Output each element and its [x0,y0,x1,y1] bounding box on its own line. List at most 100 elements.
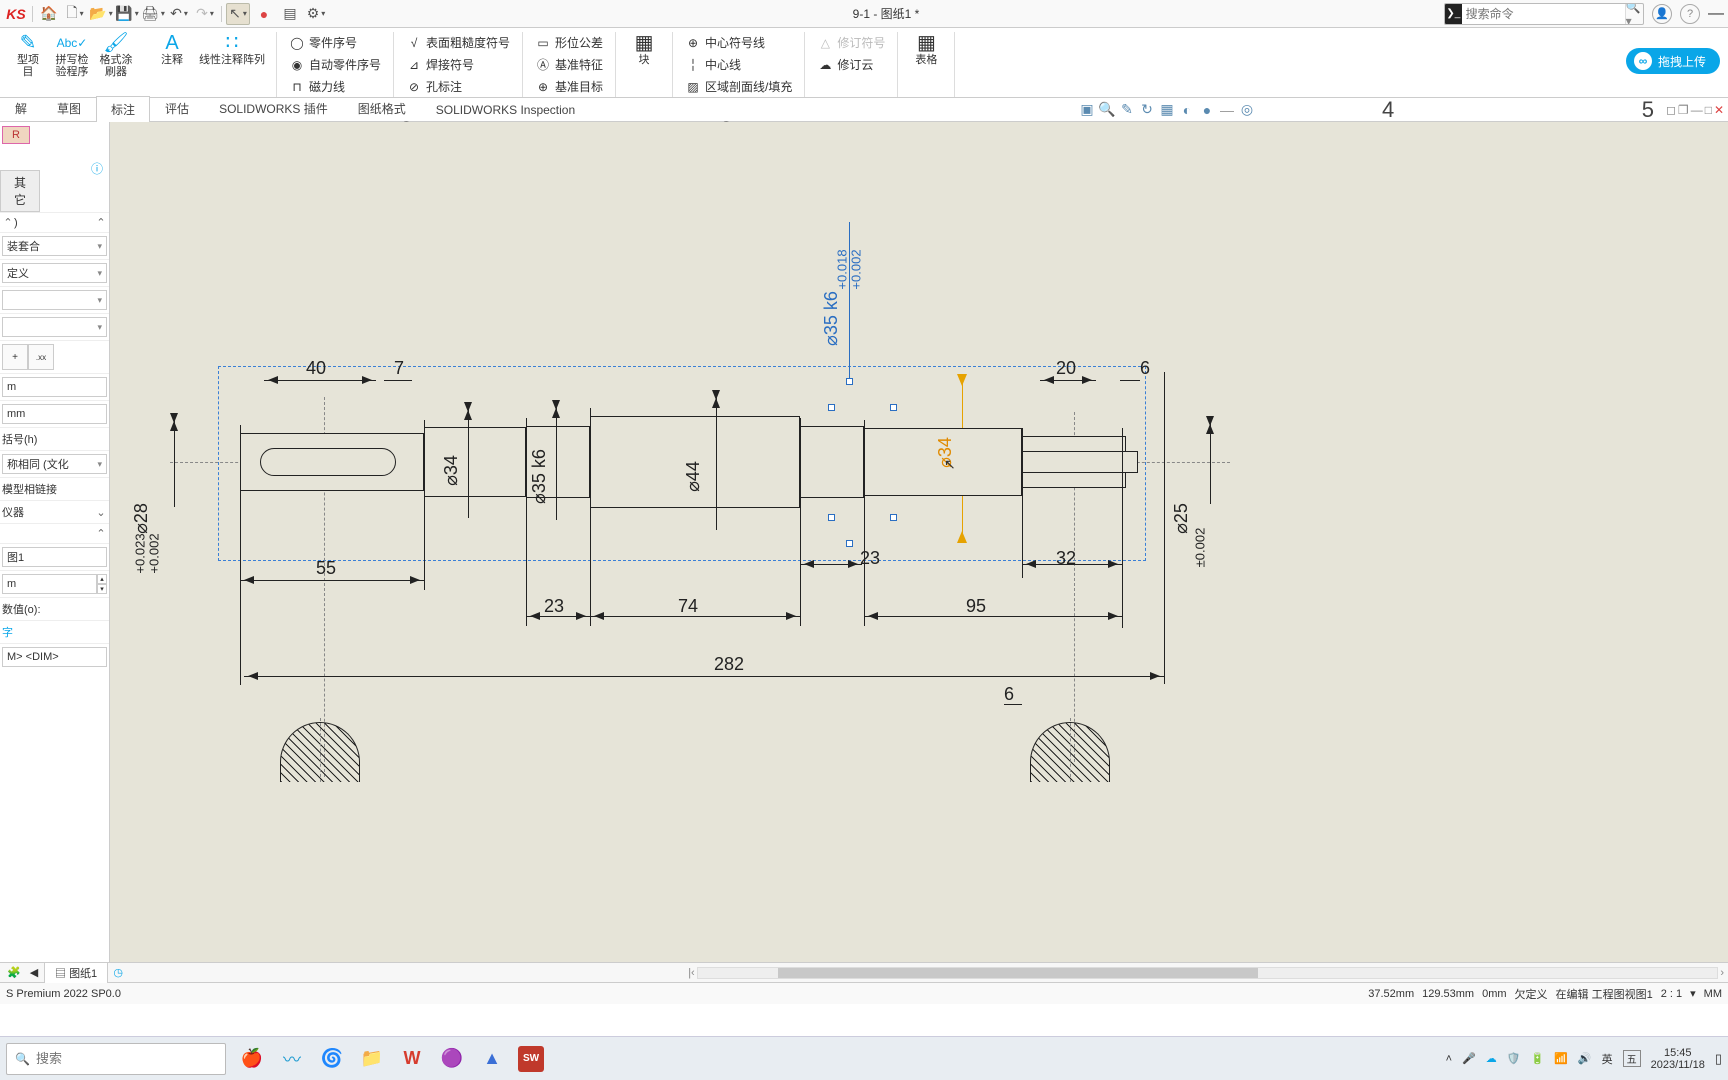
magnetic-line-button[interactable]: ⊓磁力线 [285,76,385,97]
spin-up-icon[interactable]: ▴ [97,574,107,584]
datum-feature-button[interactable]: Ⓐ基准特征 [531,54,607,75]
panel-top-tab[interactable]: R [2,126,30,144]
dim-field[interactable]: M> <DIM> [2,647,107,667]
dim-phi25[interactable]: ⌀25 [1171,503,1192,534]
fit-dropdown[interactable]: 装套合 [2,236,107,256]
dim-7[interactable]: 7 [394,358,404,379]
dim-23b[interactable]: 23 [544,596,564,617]
taskbar-search-input[interactable] [36,1051,217,1066]
dim-74[interactable]: 74 [678,596,698,617]
empty-dropdown[interactable] [2,290,107,310]
unit-dropdown[interactable]: ▾ [1690,987,1696,1000]
font-label[interactable]: 字 [0,620,109,643]
tray-mic-icon[interactable]: 🎤 [1462,1052,1476,1065]
empty-dropdown2[interactable] [2,317,107,337]
linear-pattern-button[interactable]: ∷ 线性注释阵列 [196,32,268,66]
weld-symbol-button[interactable]: ⊿焊接符号 [402,54,514,75]
restore-icon[interactable]: ❐ [1678,103,1689,117]
sheet-name[interactable]: 图1 [2,547,107,567]
redo-icon[interactable]: ↷ [193,3,217,25]
tray-notification-icon[interactable]: ▯ [1715,1051,1722,1067]
win-max-icon[interactable]: □ [1705,103,1712,117]
rotate-icon[interactable]: ↻ [1138,101,1156,118]
chevron-down-icon[interactable]: ⌄ [95,506,107,519]
search-input[interactable] [1462,4,1625,24]
hatch-button[interactable]: ▨区域剖面线/填充 [681,76,796,97]
tol-btn2[interactable]: .xx [28,344,54,370]
minimize-icon[interactable]: — [1708,5,1724,23]
tb-wing-icon[interactable]: 〰 [278,1045,306,1073]
tb-app-icon[interactable]: 🟣 [438,1045,466,1073]
section-icon[interactable]: ▦ [1158,101,1176,118]
tab-annotate[interactable]: 标注 [96,96,150,122]
taskbar-search[interactable]: 🔍 [6,1043,226,1075]
hide-show-icon[interactable]: ● [1198,102,1216,118]
chevron-up-icon[interactable]: ⌃ [95,527,107,540]
tb-mesh-icon[interactable]: ▲ [478,1045,506,1073]
dim-40[interactable]: 40 [306,358,326,379]
same-dropdown[interactable]: 称相同 (文化 [2,454,107,474]
gtol-button[interactable]: ▭形位公差 [531,32,607,53]
help-icon[interactable]: ? [1680,4,1700,24]
num-field[interactable]: m [2,574,97,594]
command-search[interactable]: ❯_ 🔍▾ [1444,3,1644,25]
unit-mm[interactable]: mm [2,404,107,424]
tray-volume-icon[interactable]: 🔊 [1578,1052,1592,1065]
note-button[interactable]: A 注释 [152,32,192,66]
options-icon[interactable]: ▤ [278,3,302,25]
tree-icon[interactable]: 🧩 [4,966,24,979]
win-close-icon[interactable]: ✕ [1714,103,1724,117]
tab-sketch[interactable]: 草图 [42,95,96,121]
dim-6b[interactable]: 6 [1004,684,1014,705]
undo-icon[interactable]: ↶ [167,3,191,25]
dim-phi35[interactable]: ⌀35 k6 [529,449,550,504]
ime-lang[interactable]: 英 [1602,1051,1613,1067]
spellcheck-button[interactable]: Abc✓ 拼写检 验程序 [52,32,92,78]
tab-evaluate[interactable]: 评估 [150,95,204,121]
tray-battery-icon[interactable]: 🔋 [1530,1052,1544,1065]
sheet-tab[interactable]: ▤ 图纸1 [44,962,108,983]
balloon-button[interactable]: ◯零件序号 [285,32,385,53]
dim-phi34a[interactable]: ⌀34 [441,455,462,486]
ime-mode[interactable]: 五 [1623,1050,1641,1067]
format-painter-button[interactable]: 🖌 格式涂 刷器 [96,32,136,78]
surface-finish-button[interactable]: √表面粗糙度符号 [402,32,514,53]
model-item-button[interactable]: ✎ 型项 目 [8,32,48,78]
search-glass-icon[interactable]: 🔍▾ [1625,4,1643,24]
tray-wifi-icon[interactable]: 📶 [1554,1052,1568,1065]
print-icon[interactable]: 🖨 [141,3,165,25]
zoom-fit-icon[interactable]: ▣ [1078,101,1096,118]
datum-target-button[interactable]: ⊕基准目标 [531,76,607,97]
hole-callout-button[interactable]: ⊘孔标注 [402,76,514,97]
dim-phi44[interactable]: ⌀44 [683,461,704,492]
handle[interactable] [828,514,835,521]
tb-wps-icon[interactable]: W [398,1045,426,1073]
dim-20[interactable]: 20 [1056,358,1076,379]
block-button[interactable]: ▦ 块 [624,32,664,66]
panel-other-tab[interactable]: 其它 [0,170,40,212]
zoom-area-icon[interactable]: 🔍 [1098,101,1116,118]
save-icon[interactable]: 💾 [115,3,139,25]
select-icon[interactable]: ↖ [226,3,250,25]
dim-phi28[interactable]: ⌀28 [131,503,152,534]
unit-m[interactable]: m [2,377,107,397]
tab-view[interactable]: 解 [0,95,42,121]
tray-security-icon[interactable]: 🛡️ [1507,1052,1521,1065]
dim-phi35-top[interactable]: ⌀35 k6 [821,291,842,346]
dim-55[interactable]: 55 [316,558,336,579]
tab-addins[interactable]: SOLIDWORKS 插件 [204,95,343,121]
settings-icon[interactable]: ⚙ [304,3,328,25]
tray-clock[interactable]: 15:45 2023/11/18 [1651,1047,1705,1071]
scroll-right-icon[interactable]: › [1720,967,1724,979]
appearance-icon[interactable]: ◎ [1238,101,1256,118]
handle[interactable] [828,404,835,411]
new-icon[interactable]: 🗋 [63,3,87,25]
chevron-up-icon[interactable]: ⌃ [95,216,107,229]
drawing-canvas[interactable]: ⌀34 ↖ ⌀35 k6 +0.018 +0.002 40 7 20 6 55 … [110,122,1728,962]
home-icon[interactable]: 🏠 [37,3,61,25]
upload-button[interactable]: ∞ 拖拽上传 [1626,48,1720,74]
hscrollbar[interactable] [695,967,1721,979]
revision-cloud-button[interactable]: ☁修订云 [813,54,889,75]
tol-btn1[interactable]: + [2,344,28,370]
dynamic-zoom-icon[interactable]: ✎ [1118,101,1136,118]
